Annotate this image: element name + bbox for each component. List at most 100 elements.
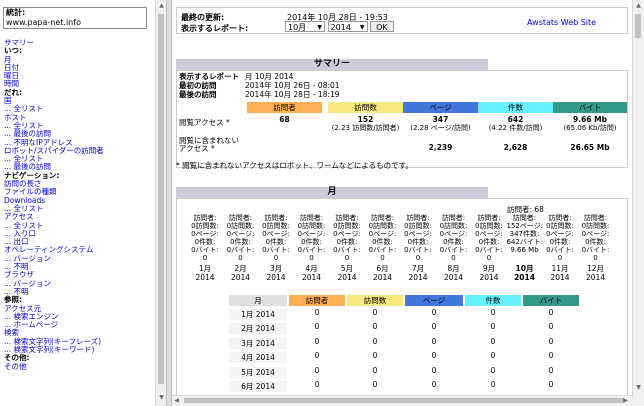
month-stat-line: 0 (202, 254, 208, 262)
month-table-cell: 0 (548, 322, 554, 332)
menu-section-heading: その他: (4, 353, 30, 363)
year-label: 2014 (550, 273, 570, 282)
viewed-traffic-label: 閲覧アクセス * (179, 118, 230, 127)
month-table-cell: 0 (548, 351, 554, 361)
month-label: 1月 (198, 264, 212, 273)
right-scroll-thumb[interactable] (635, 14, 641, 38)
menu-link[interactable]: ... 全リスト (4, 105, 159, 114)
summary-title: サマリー (176, 59, 488, 70)
awstats-link[interactable]: Awstats Web Site (527, 18, 596, 27)
scroll-left-icon[interactable]: ◀ (173, 397, 180, 405)
not-viewed-value: 2,239 (428, 143, 453, 152)
menu-link[interactable]: 曜日 (4, 71, 159, 80)
month-table-cell: 0 (372, 351, 378, 361)
menu-section-heading: だれ: (4, 87, 22, 97)
month-select-value: 10月 (288, 23, 307, 32)
menu-link[interactable]: その他 (4, 362, 159, 371)
month-table-cell: 0 (372, 322, 378, 332)
year-label: 2014 (372, 273, 393, 282)
month-stat-line: 0 (380, 254, 385, 262)
year-select[interactable]: 2014 ▼ (327, 21, 368, 32)
month-select[interactable]: 10月 ▼ (285, 21, 325, 32)
right-scrollbar[interactable]: ▲ ▼ (632, 0, 644, 406)
footnote: * 閲覧に含まれないアクセスはロボット、ワームなどによるものです。 (176, 161, 413, 170)
chevron-down-icon: ▼ (317, 24, 322, 31)
month-table-cell: 0 (372, 380, 378, 389)
month-table-cell: 0 (548, 308, 554, 317)
viewed-sub-value: (2.23 訪問数/訪問者) (331, 124, 400, 132)
scroll-down-icon[interactable]: ▼ (158, 394, 165, 402)
period-selectors: 10月 ▼ 2014 ▼ OK (285, 21, 394, 32)
year-label: 2014 (408, 273, 428, 282)
site-name: www.papa-net.info (6, 18, 81, 27)
report-label: 表示するレポート: (181, 24, 249, 33)
year-label: 2014 (479, 273, 499, 282)
month-label: 12月 (586, 264, 605, 273)
scroll-up-icon[interactable]: ▲ (635, 2, 642, 10)
report-period-value: 月 10月 2014 (245, 72, 294, 81)
hits-header: 件数 (478, 102, 553, 113)
month-table-row-label: 5月 2014 (229, 366, 287, 378)
month-label: 3月 (269, 264, 283, 273)
chevron-down-icon: ▼ (359, 24, 365, 31)
month-table-header: バイト (523, 295, 579, 306)
month-table-cell: 0 (431, 308, 437, 317)
month-table-cell: 0 (431, 322, 437, 332)
month-label: 11月 (551, 264, 569, 273)
viewed-value: 347 (432, 115, 449, 124)
month-stat-line: 0 (593, 254, 598, 262)
scroll-up-icon[interactable]: ▲ (158, 2, 165, 10)
menu-link[interactable]: 時間 (4, 80, 159, 89)
menu-link[interactable]: ... ホームページ (4, 320, 159, 329)
menu-link[interactable]: 月 (4, 55, 159, 64)
scroll-down-icon[interactable]: ▼ (635, 384, 642, 392)
month-table-cell: 0 (314, 336, 320, 346)
month-label: 10月 (515, 264, 534, 273)
month-table-cell: 0 (431, 351, 437, 361)
scroll-right-icon[interactable]: ▶ (622, 397, 629, 405)
visits-header: 訪問数 (328, 102, 403, 113)
ok-button[interactable]: OK (370, 21, 394, 32)
viewed-sub-value: (2.28 ページ/訪問) (410, 124, 471, 132)
menu-section-heading: いつ: (4, 46, 22, 56)
year-label: 2014 (337, 273, 357, 282)
menu-link[interactable]: サマリー (4, 38, 159, 47)
month-table-header: 訪問数 (347, 295, 403, 306)
viewed-value: 642 (507, 115, 524, 124)
year-label: 2014 (514, 273, 535, 282)
horizontal-scrollbar[interactable]: ◀ ▶ (172, 395, 633, 406)
month-table-header: ページ (405, 295, 463, 306)
month-table-cell: 0 (314, 365, 320, 375)
month-stat-line: 0 (415, 254, 421, 262)
month-table-cell: 0 (314, 308, 320, 317)
month-table-cell: 0 (372, 336, 378, 346)
viewed-value: 68 (279, 115, 290, 124)
summary-box: 表示するレポート 月 10月 2014 最初の訪問 2014年 10月 26日 … (176, 70, 628, 168)
first-visit-label: 最初の訪問 (179, 81, 217, 90)
year-select-value: 2014 (330, 23, 351, 32)
month-label: 9月 (482, 264, 496, 273)
horizontal-scroll-thumb[interactable] (184, 398, 624, 403)
month-stat-line: 0 (273, 254, 279, 262)
month-table-cell: 0 (314, 351, 320, 361)
month-stat-line: 0 (557, 254, 563, 262)
menu-link[interactable]: ... 不明 (4, 287, 159, 296)
month-table-cell: 0 (372, 365, 378, 375)
month-table-cell: 0 (490, 336, 496, 346)
month-table-header: 月 (229, 295, 287, 306)
month-label: 5月 (340, 264, 354, 273)
left-scroll-thumb[interactable] (158, 14, 164, 384)
stats-box: 統計: www.papa-net.info (3, 7, 147, 29)
month-table-row-label: 3月 2014 (229, 337, 287, 349)
year-label: 2014 (443, 273, 464, 282)
menu-link[interactable]: 日付 (4, 63, 159, 72)
month-label: 7月 (411, 264, 425, 273)
month-table-cell: 0 (548, 336, 554, 346)
month-table-header: 訪問者 (289, 295, 345, 306)
month-box: 訪問者: 68 訪問者: 0訪問数: 0ページ: 0件数: 0バイト: 0 1月 2014 訪問… (176, 198, 628, 406)
left-scrollbar[interactable]: ▲ ▼ (155, 0, 166, 406)
month-stat-line: 9.66 Mb (510, 246, 539, 254)
viewed-value: 152 (357, 115, 374, 124)
last-visit-value: 2014年 10月 28日 - 18:19 (245, 90, 340, 99)
month-table-cell: 0 (431, 336, 437, 346)
